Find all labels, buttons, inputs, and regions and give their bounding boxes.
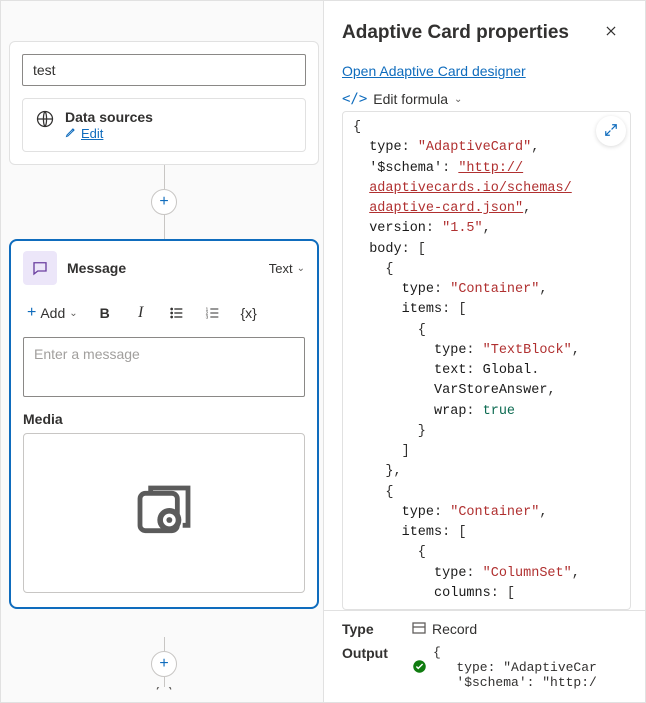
search-input[interactable] <box>22 54 306 86</box>
expand-formula-button[interactable] <box>596 116 626 146</box>
properties-panel: Adaptive Card properties Open Adaptive C… <box>323 1 645 702</box>
add-node-button[interactable]: + <box>151 189 177 215</box>
pencil-icon <box>65 126 77 141</box>
message-title: Message <box>67 260 259 276</box>
data-sources-title: Data sources <box>65 109 153 125</box>
footer-type-value: Record <box>432 621 477 637</box>
bold-button[interactable]: B <box>90 299 120 327</box>
message-card[interactable]: Message Text ⌄ + Add ⌄ B I <box>9 239 319 609</box>
message-body-input[interactable]: Enter a message <box>23 337 305 397</box>
message-type-dropdown[interactable]: Text ⌄ <box>269 261 305 276</box>
open-designer-link[interactable]: Open Adaptive Card designer <box>324 53 645 91</box>
chevron-down-icon: ⌄ <box>454 94 462 105</box>
adaptive-card-icon <box>132 480 196 547</box>
italic-button[interactable]: I <box>126 299 156 327</box>
plus-icon: + <box>27 304 36 322</box>
add-node-button[interactable]: + <box>151 651 177 677</box>
variable-button[interactable]: {x} <box>234 299 264 327</box>
media-slot[interactable] <box>23 433 305 593</box>
chevron-down-icon: ⌄ <box>297 263 305 274</box>
connector-line <box>164 215 165 239</box>
edit-label: Edit <box>81 126 103 141</box>
connector-line <box>164 637 165 651</box>
connector-line <box>164 165 165 189</box>
end-dialog-icon <box>155 687 173 703</box>
footer-type-label: Type <box>342 621 398 637</box>
record-type-icon <box>412 621 426 637</box>
connector-line <box>164 677 165 687</box>
plus-icon: + <box>159 656 168 672</box>
svg-text:3: 3 <box>205 314 208 319</box>
trigger-card: Data sources Edit <box>9 41 319 165</box>
bullet-list-button[interactable] <box>162 299 192 327</box>
media-label: Media <box>11 411 317 433</box>
formula-header[interactable]: </> Edit formula ⌄ <box>324 91 645 111</box>
number-list-button[interactable]: 1 2 3 <box>198 299 228 327</box>
fx-icon: </> <box>342 91 367 107</box>
panel-title: Adaptive Card properties <box>342 22 597 44</box>
message-icon <box>23 251 57 285</box>
data-sources-edit-link[interactable]: Edit <box>65 126 103 141</box>
close-icon <box>604 24 618 42</box>
formula-editor[interactable]: { type: "AdaptiveCard", '$schema': "http… <box>343 112 630 609</box>
message-toolbar: + Add ⌄ B I 1 2 <box>11 295 317 333</box>
globe-icon <box>35 109 55 132</box>
footer-output-preview: { type: "AdaptiveCar '$schema': "http:/ <box>433 645 597 690</box>
toolbar-add-button[interactable]: + Add ⌄ <box>21 299 84 327</box>
formula-label: Edit formula <box>373 91 448 107</box>
plus-icon: + <box>159 194 168 210</box>
success-check-icon <box>412 659 427 677</box>
chevron-down-icon: ⌄ <box>69 308 77 319</box>
expand-icon <box>604 123 618 140</box>
panel-close-button[interactable] <box>597 19 625 47</box>
data-sources-row: Data sources Edit <box>22 98 306 152</box>
footer-output-label: Output <box>342 645 398 661</box>
